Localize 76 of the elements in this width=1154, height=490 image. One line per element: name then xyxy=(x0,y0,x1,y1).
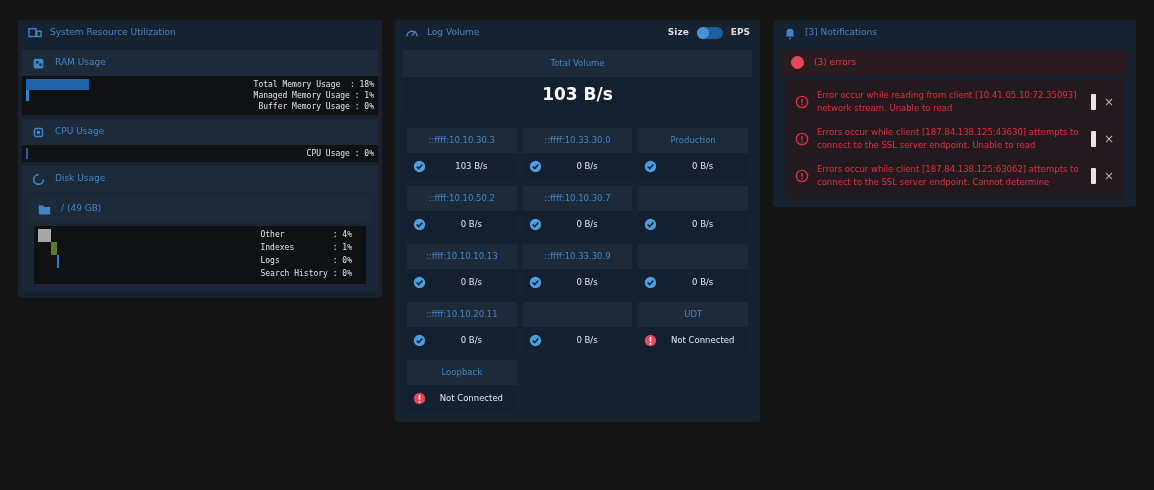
check-circle-icon xyxy=(528,333,542,347)
source-rate: 0 B/s xyxy=(459,217,483,231)
source-rate: 0 B/s xyxy=(691,217,715,231)
source-name: ::ffff:10.10.30.3 xyxy=(428,133,495,147)
source-rate: Not Connected xyxy=(438,391,504,405)
notification-text: Errors occur while client [187.84.138.125:63062] attempts to connect to the SSL server endpoint. Cannot determine xyxy=(817,162,1080,190)
scroll-handle xyxy=(1090,168,1096,185)
check-circle-icon xyxy=(413,333,426,347)
source-rate: 0 B/s xyxy=(459,333,483,347)
usage-legend: Indexes : 1% xyxy=(260,242,352,253)
section-title: RAM Usage xyxy=(55,56,106,70)
close-button[interactable]: × xyxy=(1103,96,1114,109)
section-title: / (49 GB) xyxy=(61,202,102,216)
source-rate: 0 B/s xyxy=(575,159,599,173)
toggle-switch[interactable] xyxy=(696,27,723,39)
group-title: (3) errors xyxy=(814,56,857,69)
folder-icon xyxy=(38,202,51,216)
check-circle-icon xyxy=(413,159,426,173)
panel-title: [3] Notifications xyxy=(805,26,877,40)
error-icon xyxy=(413,391,426,405)
source-name: Production xyxy=(670,133,716,147)
source-rate: 0 B/s xyxy=(691,275,715,289)
panel-title: System Resource Utilization xyxy=(50,26,176,40)
source-name: ::ffff:10.33.30.9 xyxy=(544,249,611,263)
source-rate: 103 B/s xyxy=(454,159,489,173)
check-circle-icon xyxy=(644,275,658,289)
total-value: 103 B/s xyxy=(541,83,614,106)
bell-icon xyxy=(783,26,797,40)
source-name: ::ffff:10.10.20.11 xyxy=(426,307,498,321)
usage-legend: Search History : 0% xyxy=(260,268,352,279)
close-button[interactable]: × xyxy=(1103,170,1114,183)
source-name: UDT xyxy=(684,307,703,321)
section-title: CPU Usage xyxy=(55,125,105,139)
source-name: ::ffff:10.10.10.13 xyxy=(426,249,498,263)
scroll-handle xyxy=(1090,131,1096,148)
toggle-label: EPS xyxy=(730,26,750,40)
source-rate: 0 B/s xyxy=(575,217,599,231)
panel-title: Log Volume xyxy=(427,26,480,40)
section-title: Disk Usage xyxy=(55,172,106,186)
usage-legend: CPU Usage : 0% xyxy=(306,148,374,159)
source-rate: 0 B/s xyxy=(575,333,599,347)
scroll-handle xyxy=(1090,94,1096,111)
error-dot xyxy=(791,56,804,70)
cpu-chip-icon xyxy=(32,125,45,139)
notification-text: Errors occur while client [187.84.138.125:43630] attempts to connect to the SSL server endpoint. Unable to read xyxy=(817,125,1080,153)
source-rate: 0 B/s xyxy=(459,275,483,289)
source-rate: Not Connected xyxy=(669,333,736,347)
alert-icon xyxy=(795,95,809,110)
check-circle-icon xyxy=(413,217,426,231)
check-circle-icon xyxy=(528,275,542,289)
source-name: ::ffff:10.33.30.0 xyxy=(544,133,611,147)
usage-legend: Logs : 0% xyxy=(260,255,352,266)
source-name: Loopback xyxy=(441,365,483,379)
usage-legend: Other : 4% xyxy=(260,229,352,240)
toggle-label: Size xyxy=(667,26,689,40)
error-icon xyxy=(644,333,658,347)
check-circle-icon xyxy=(528,217,542,231)
usage-legend: Managed Memory Usage : 1% xyxy=(253,90,374,101)
check-circle-icon xyxy=(413,275,426,289)
source-name: ::ffff:10.10.30.7 xyxy=(544,191,611,205)
source-name: ::ffff:10.10.50.2 xyxy=(428,191,495,205)
check-circle-icon xyxy=(528,159,542,173)
monitor-icon xyxy=(28,26,42,40)
source-rate: 0 B/s xyxy=(575,275,599,289)
alert-icon xyxy=(795,132,809,147)
alert-icon xyxy=(795,169,809,184)
total-label: Total Volume xyxy=(403,50,752,77)
close-button[interactable]: × xyxy=(1103,133,1114,146)
ring-icon xyxy=(32,172,45,186)
usage-legend: Total Memory Usage : 18% xyxy=(253,79,374,90)
usage-legend: Buffer Memory Usage : 0% xyxy=(258,101,374,112)
notification-text: Error occur while reading from client [10.41.05.10:72.35093] network stream. Unable to read xyxy=(817,88,1078,116)
check-circle-icon xyxy=(644,159,658,173)
source-rate: 0 B/s xyxy=(691,159,715,173)
check-circle-icon xyxy=(644,217,658,231)
memory-chip-icon xyxy=(32,56,45,70)
